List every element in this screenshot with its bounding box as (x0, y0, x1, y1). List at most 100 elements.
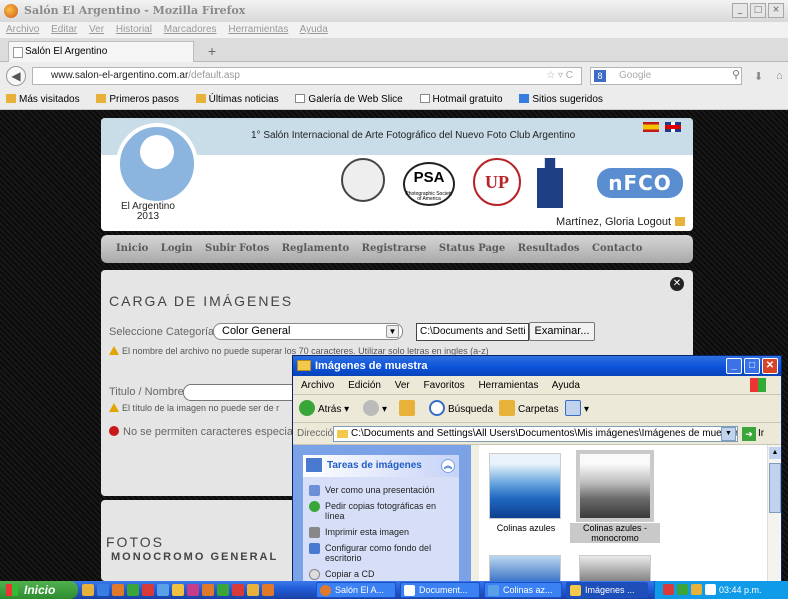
views-icon (565, 400, 581, 416)
collapse-icon[interactable]: ︽ (441, 459, 455, 473)
category-select[interactable]: Color General ▼ (213, 323, 403, 340)
xmenu-edicion[interactable]: Edición (348, 380, 381, 391)
quicklaunch-icon[interactable] (247, 584, 259, 596)
quicklaunch-icon[interactable] (187, 584, 199, 596)
explorer-close-button[interactable]: ✕ (762, 358, 778, 374)
back-button[interactable]: Atrás ▾ (299, 400, 349, 418)
quicklaunch-icon[interactable] (172, 584, 184, 596)
task-explorer[interactable]: Imágenes ... (566, 582, 648, 598)
forward-button[interactable]: ▾ (363, 400, 387, 418)
thumbnail-colinas-azules[interactable] (489, 453, 561, 519)
bookmark-mas-visitados[interactable]: Más visitados (6, 94, 87, 105)
quicklaunch-icon[interactable] (232, 584, 244, 596)
address-input[interactable]: C:\Documents and Settings\All Users\Docu… (333, 426, 738, 442)
nav-status-page[interactable]: Status Page (439, 243, 505, 254)
thumbnail-colinas-monocromo[interactable] (576, 450, 654, 522)
menu-historial[interactable]: Historial (116, 24, 152, 35)
quicklaunch-icon[interactable] (82, 584, 94, 596)
tasks-scrollbar[interactable] (471, 445, 479, 581)
task-word[interactable]: Document... (400, 582, 480, 598)
xmenu-favoritos[interactable]: Favoritos (424, 380, 465, 391)
tower-logo-icon (537, 158, 563, 208)
quicklaunch-icon[interactable] (202, 584, 214, 596)
bookmark-hotmail[interactable]: Hotmail gratuito (419, 94, 510, 105)
task-set-background[interactable]: Configurar como fondo del escritorio (309, 543, 455, 563)
xmenu-herramientas[interactable]: Herramientas (478, 380, 538, 391)
tab-salon[interactable]: Salón El Argentino (8, 41, 194, 62)
uk-flag-icon[interactable] (665, 122, 681, 132)
nav-inicio[interactable]: Inicio (116, 243, 148, 254)
bookmark-galeria[interactable]: Galería de Web Slice (295, 94, 409, 105)
tray-icon[interactable] (705, 584, 716, 595)
title-input[interactable] (183, 384, 293, 401)
nav-contacto[interactable]: Contacto (592, 243, 642, 254)
task-slideshow[interactable]: Ver como una presentación (309, 485, 455, 496)
task-print[interactable]: Imprimir esta imagen (309, 527, 455, 538)
task-copy-cd[interactable]: Copiar a CD (309, 569, 455, 580)
explorer-minimize-button[interactable]: _ (726, 358, 742, 374)
nav-subir-fotos[interactable]: Subir Fotos (205, 243, 269, 254)
close-button[interactable]: × (768, 3, 784, 18)
tray-icon[interactable] (677, 584, 688, 595)
scroll-up-icon[interactable]: ▲ (769, 447, 781, 459)
xmenu-ver[interactable]: Ver (395, 380, 410, 391)
minimize-button[interactable]: _ (732, 3, 748, 18)
logout-link[interactable]: Martínez, Gloria Logout (556, 216, 685, 228)
search-icon[interactable]: ⚲ (732, 68, 740, 81)
nav-resultados[interactable]: Resultados (518, 243, 580, 254)
up-folder-icon (399, 400, 415, 416)
nav-reglamento[interactable]: Reglamento (282, 243, 349, 254)
folder-icon (6, 94, 16, 103)
xmenu-ayuda[interactable]: Ayuda (552, 380, 580, 391)
tray-icon[interactable] (663, 584, 674, 595)
chevron-down-icon[interactable]: ▼ (721, 427, 736, 441)
start-button[interactable]: Inicio (0, 581, 78, 599)
explorer-maximize-button[interactable]: □ (744, 358, 760, 374)
quicklaunch-icon[interactable] (262, 584, 274, 596)
download-icon[interactable]: ⬇ (754, 70, 763, 83)
tray-icon[interactable] (691, 584, 702, 595)
tasks-header[interactable]: Tareas de imágenes ︽ (303, 455, 459, 477)
scroll-thumb[interactable] (769, 463, 781, 513)
file-input[interactable]: C:\Documents and Setti (416, 323, 529, 341)
new-tab-button[interactable]: + (202, 43, 222, 60)
menu-ayuda[interactable]: Ayuda (300, 24, 328, 35)
go-button[interactable]: Ir (758, 423, 764, 445)
task-firefox[interactable]: Salón El A... (316, 582, 396, 598)
back-arrow-icon[interactable]: ◀ (6, 66, 26, 86)
bookmark-sitios[interactable]: Sitios sugeridos (519, 94, 610, 105)
task-image[interactable]: Colinas az... (484, 582, 562, 598)
bookmark-ultimas-noticias[interactable]: Últimas noticias (195, 94, 286, 105)
browse-button[interactable]: Examinar... (529, 322, 595, 341)
printer-icon (309, 527, 320, 538)
quicklaunch-icon[interactable] (157, 584, 169, 596)
home-icon[interactable]: ⌂ (776, 70, 783, 82)
go-arrow-icon[interactable]: ➜ (742, 427, 756, 441)
menu-ver[interactable]: Ver (89, 24, 104, 35)
task-order-prints[interactable]: Pedir copias fotográficas en línea (309, 501, 455, 521)
maximize-button[interactable]: □ (750, 3, 766, 18)
quicklaunch-icon[interactable] (142, 584, 154, 596)
menu-archivo[interactable]: Archivo (6, 24, 39, 35)
quicklaunch-icon[interactable] (97, 584, 109, 596)
bookmark-star-icon[interactable]: ☆ ▿ C (546, 68, 573, 84)
menu-marcadores[interactable]: Marcadores (164, 24, 217, 35)
menu-editar[interactable]: Editar (51, 24, 77, 35)
folders-button[interactable]: Carpetas (499, 400, 559, 418)
xmenu-archivo[interactable]: Archivo (301, 380, 334, 391)
up-folder-button[interactable] (399, 400, 418, 418)
nav-login[interactable]: Login (161, 243, 193, 254)
quicklaunch-icon[interactable] (217, 584, 229, 596)
thumbnail-scrollbar[interactable]: ▲ (767, 445, 781, 581)
quicklaunch-icon[interactable] (112, 584, 124, 596)
search-button[interactable]: Búsqueda (429, 400, 493, 418)
search-input[interactable]: 8 Google (590, 67, 742, 85)
menu-herramientas[interactable]: Herramientas (228, 24, 288, 35)
views-button[interactable]: ▾ (565, 400, 589, 418)
bookmark-primeros-pasos[interactable]: Primeros pasos (96, 94, 185, 105)
spain-flag-icon[interactable] (643, 122, 659, 132)
close-icon[interactable]: ✕ (670, 277, 684, 291)
url-bar[interactable]: www.salon-el-argentino.com.ar/default.as… (32, 67, 582, 85)
quicklaunch-icon[interactable] (127, 584, 139, 596)
nav-registrarse[interactable]: Registrarse (362, 243, 427, 254)
